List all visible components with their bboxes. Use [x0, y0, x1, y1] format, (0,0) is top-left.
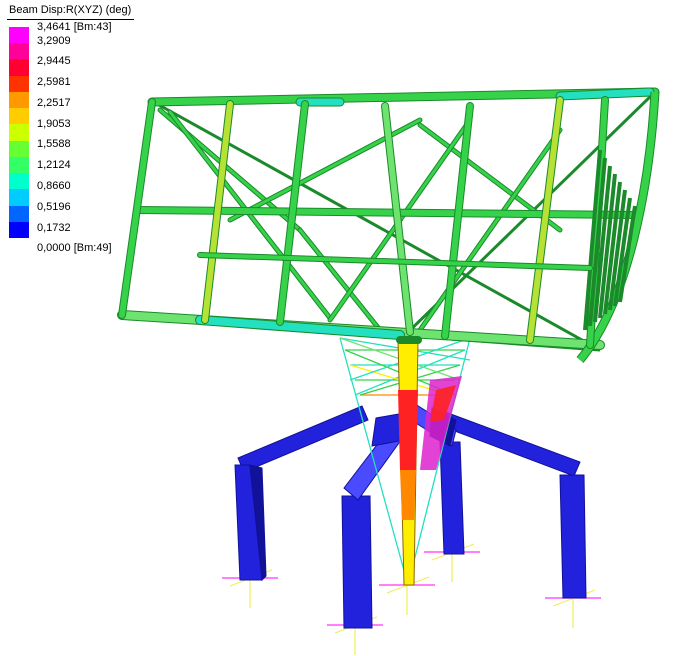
antenna-reflector-frame — [117, 87, 660, 363]
mast-column-hot-zone — [398, 390, 418, 470]
reflector-horizontal-rib — [198, 253, 592, 270]
reflector-vertical-rib — [527, 97, 563, 343]
support-leg-back-vertical — [439, 441, 465, 555]
reflector-diagonal-brace — [298, 228, 382, 332]
support-leg-left-diagonal — [237, 405, 369, 473]
support-leg-front-vertical — [341, 495, 373, 629]
support-leg-right-vertical — [559, 474, 587, 599]
reflector-top-chord-segment — [556, 88, 654, 100]
radar-antenna-structure-model — [117, 87, 660, 655]
mast-column-warm-zone — [400, 470, 416, 520]
reflector-vertical-rib — [382, 103, 413, 335]
